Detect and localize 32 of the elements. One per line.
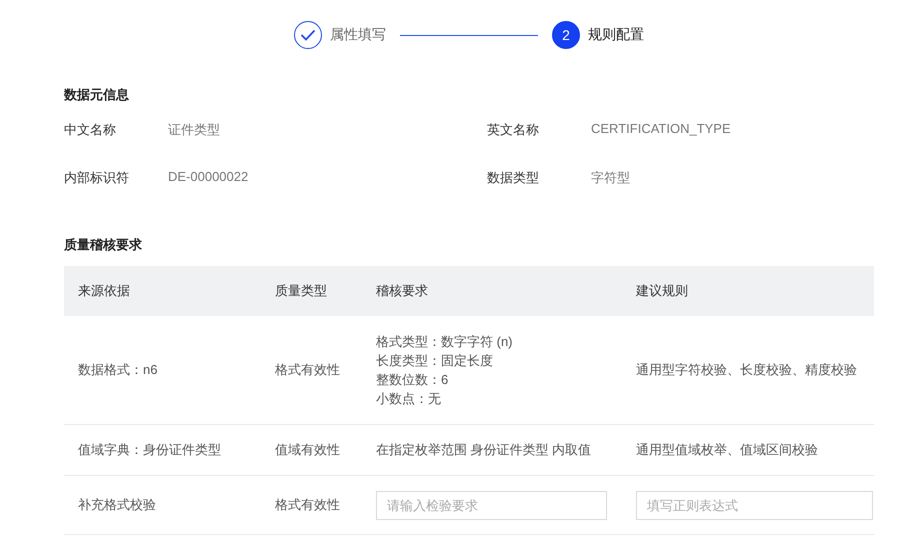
table-cell-text: 通用型值域枚举、值域区间校验	[635, 441, 819, 459]
input-field[interactable]: 请输入检验要求	[376, 490, 607, 520]
table-cell-line: 长度类型：固定长度	[376, 352, 494, 370]
field-value: DE-00000022	[168, 169, 248, 186]
column-header: 质量类型	[274, 282, 328, 300]
table-cell-line: 格式类型：数字字符 (n)	[376, 333, 514, 351]
field-label: 英文名称	[487, 121, 540, 139]
section-title: 数据元信息	[64, 86, 130, 102]
table-cell-line: 整数位数：6	[376, 371, 450, 389]
field-value: CERTIFICATION_TYPE	[591, 121, 731, 138]
table-cell-text: 补充格式校验	[77, 496, 157, 514]
section-title: 质量稽核要求	[64, 236, 143, 252]
field-label: 中文名称	[64, 121, 117, 139]
step-number: 2	[552, 21, 580, 49]
column-header: 稽核要求	[375, 282, 429, 300]
table-cell-text: 值域有效性	[274, 441, 341, 459]
field-label: 数据类型	[487, 169, 540, 187]
table-cell-text: 值域字典：身份证件类型	[77, 441, 222, 459]
table-cell-line: 小数点：无	[376, 390, 442, 408]
column-header: 建议规则	[635, 282, 689, 300]
field-value: 证件类型	[168, 121, 220, 139]
column-header: 来源依据	[77, 282, 131, 300]
field-label: 内部标识符	[64, 169, 130, 187]
step-label: 规则配置	[588, 26, 644, 44]
input-field[interactable]: 填写正则表达式	[636, 490, 873, 520]
step-label: 属性填写	[330, 26, 386, 44]
table-cell-text: 在指定枚举范围 身份证件类型 内取值	[375, 441, 592, 459]
table-cell-text: 通用型字符校验、长度校验、精度校验	[635, 361, 858, 379]
field-value: 字符型	[591, 169, 630, 187]
table-cell-text: 格式有效性	[274, 496, 341, 514]
table-cell-text: 数据格式：n6	[77, 361, 158, 379]
table-cell-text: 格式有效性	[274, 361, 341, 379]
